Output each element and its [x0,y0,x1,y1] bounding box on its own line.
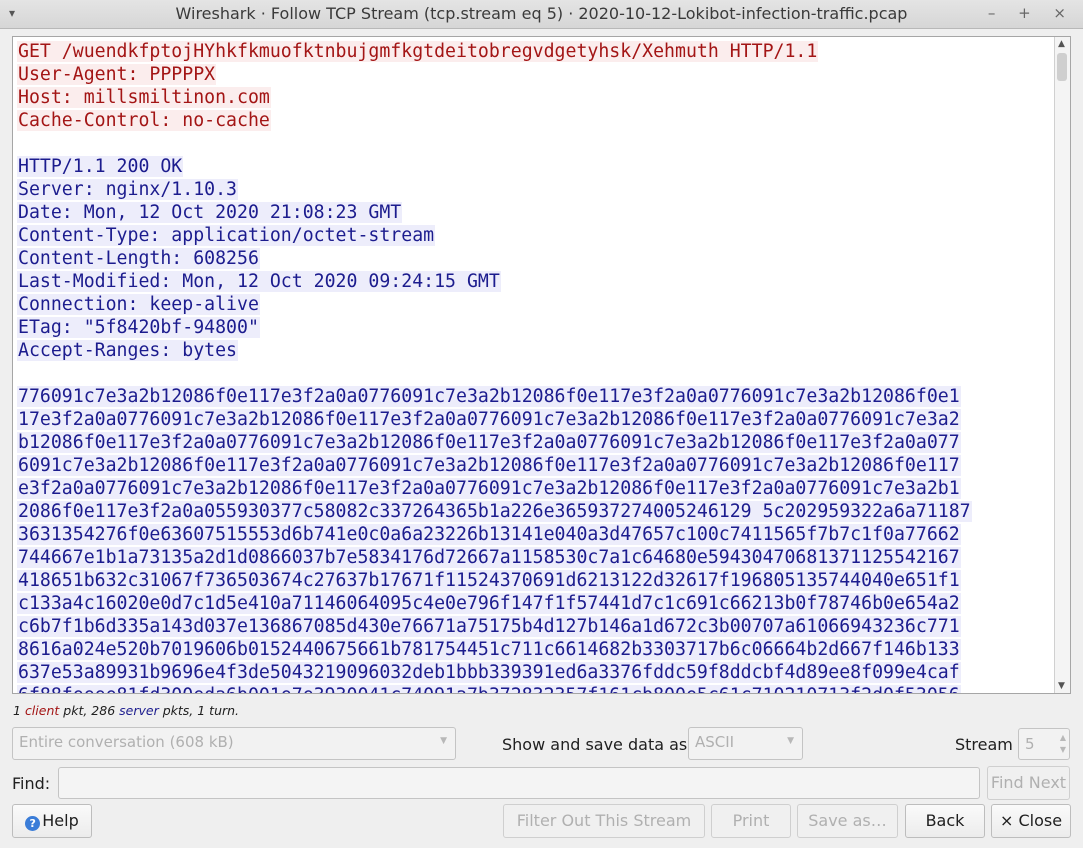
server-line-text: 744667e1b1a73135a2d1d0866037b7e5834176d7… [17,547,961,568]
server-line-text: Content-Length: 608256 [17,248,260,269]
server-stream-line: 17e3f2a0a0776091c7e3a2b12086f0e117e3f2a0… [17,408,1052,431]
server-line-text: Server: nginx/1.10.3 [17,179,238,200]
server-line-text: Content-Type: application/octet-stream [17,225,436,246]
chevron-down-icon: ▼ [787,736,794,746]
server-stream-line: Last-Modified: Mon, 12 Oct 2020 09:24:15… [17,270,1052,293]
print-button[interactable]: Print [711,804,791,838]
server-stream-line: 6091c7e3a2b12086f0e117e3f2a0a0776091c7e3… [17,454,1052,477]
client-stream-line: GET /wuendkfptojHYhkfkmuofktnbujgmfkgtde… [17,40,1052,63]
server-stream-line: 744667e1b1a73135a2d1d0866037b7e5834176d7… [17,546,1052,569]
stream-stats: 1 client pkt, 286 server pkts, 1 turn. [13,703,239,718]
server-stream-line: b12086f0e117e3f2a0a0776091c7e3a2b12086f0… [17,431,1052,454]
stream-content-area[interactable]: GET /wuendkfptojHYhkfkmuofktnbujgmfkgtde… [12,36,1071,694]
server-stream-line: 6f88feeee81fd300eda6b001e7e3930041c74091… [17,684,1052,693]
server-line-text: c6b7f1b6d335a143d037e136867085d430e76671… [17,616,961,637]
conversation-select-value: Entire conversation (608 kB) [19,733,234,751]
server-line-text: Accept-Ranges: bytes [17,340,238,361]
client-stream-line: Cache-Control: no-cache [17,109,1052,132]
window-controls[interactable]: – + × [988,4,1075,22]
server-line-text: 776091c7e3a2b12086f0e117e3f2a0a0776091c7… [17,386,961,407]
find-label: Find: [12,774,51,793]
scroll-up-arrow-icon[interactable]: ▲ [1058,39,1065,49]
close-icon: × [999,811,1014,830]
server-stream-line: 8616a024e520b7019606b0152440675661b78175… [17,638,1052,661]
server-line-text: ETag: "5f8420bf-94800" [17,317,260,338]
server-stream-line: 418651b632c31067f736503674c27637b17671f1… [17,569,1052,592]
vertical-scrollbar[interactable]: ▲ ▼ [1054,37,1070,693]
client-line-text: User-Agent: PPPPPX [17,64,217,85]
server-line-text: Date: Mon, 12 Oct 2020 21:08:23 GMT [17,202,403,223]
window-title: Wireshark · Follow TCP Stream (tcp.strea… [175,4,908,23]
stream-number-value: 5 [1025,735,1035,753]
server-line-text: Last-Modified: Mon, 12 Oct 2020 09:24:15… [17,271,501,292]
server-line-text: 418651b632c31067f736503674c27637b17671f1… [17,570,961,591]
server-stream-line: HTTP/1.1 200 OK [17,155,1052,178]
server-line-text: 637e53a89931b9696e4f3de5043219096032deb1… [17,662,961,683]
save-as-button[interactable]: Save as… [797,804,898,838]
chevron-down-icon: ▼ [440,736,447,746]
stats-client-word: client [24,703,60,718]
close-button[interactable]: × Close [991,804,1071,838]
server-line-text: c133a4c16020e0d7c1d5e410a71146064095c4e0… [17,593,961,614]
server-stream-line: Date: Mon, 12 Oct 2020 21:08:23 GMT [17,201,1052,224]
stats-client-count: 1 [13,703,21,718]
data-format-value: ASCII [695,733,735,751]
server-stream-line: 776091c7e3a2b12086f0e117e3f2a0a0776091c7… [17,385,1052,408]
client-line-text: GET /wuendkfptojHYhkfkmuofktnbujgmfkgtde… [17,41,819,62]
client-line-text: Host: millsmiltinon.com [17,87,271,108]
filter-out-stream-button[interactable]: Filter Out This Stream [503,804,705,838]
client-stream-line: Host: millsmiltinon.com [17,86,1052,109]
server-line-text: b12086f0e117e3f2a0a0776091c7e3a2b12086f0… [17,432,961,453]
help-button-label: Help [42,811,79,830]
help-icon: ? [25,816,41,831]
server-line-text: Connection: keep-alive [17,294,260,315]
server-line-text: 17e3f2a0a0776091c7e3a2b12086f0e117e3f2a0… [17,409,961,430]
stats-server-word: server [119,703,159,718]
server-line-text: HTTP/1.1 200 OK [17,156,184,177]
server-line-text: e3f2a0a0776091c7e3a2b12086f0e117e3f2a0a0… [17,478,961,499]
title-bar: ▾ Wireshark · Follow TCP Stream (tcp.str… [0,0,1083,29]
client-line-text: Cache-Control: no-cache [17,110,271,131]
server-stream-line: Accept-Ranges: bytes [17,339,1052,362]
find-next-button[interactable]: Find Next [987,766,1070,800]
server-line-text: 8616a024e520b7019606b0152440675661b78175… [17,639,961,660]
spin-arrows-icon[interactable]: ▲ ▼ [1060,732,1066,756]
find-input[interactable] [58,767,980,799]
server-stream-line: 637e53a89931b9696e4f3de5043219096032deb1… [17,661,1052,684]
server-stream-line: Server: nginx/1.10.3 [17,178,1052,201]
conversation-select[interactable]: Entire conversation (608 kB) ▼ [12,727,456,760]
server-stream-line: c133a4c16020e0d7c1d5e410a71146064095c4e0… [17,592,1052,615]
scrollbar-thumb[interactable] [1057,53,1067,81]
close-button-label: Close [1018,811,1063,830]
stream-label: Stream [955,735,1013,754]
stream-number-spinbox[interactable]: 5 ▲ ▼ [1018,728,1070,760]
server-stream-line: e3f2a0a0776091c7e3a2b12086f0e117e3f2a0a0… [17,477,1052,500]
server-stream-line: Content-Length: 608256 [17,247,1052,270]
server-stream-line: Content-Type: application/octet-stream [17,224,1052,247]
server-stream-line: ETag: "5f8420bf-94800" [17,316,1052,339]
show-save-label: Show and save data as [502,735,688,754]
server-line-text: 6091c7e3a2b12086f0e117e3f2a0a0776091c7e3… [17,455,961,476]
data-format-select[interactable]: ASCII ▼ [688,727,803,760]
stats-server-count: pkt, 286 [63,703,116,718]
server-stream-line: 3631354276f0e63607515553d6b741e0c0a6a232… [17,523,1052,546]
server-stream-line: 2086f0e117e3f2a0a055930377c58082c3372643… [17,500,1052,523]
server-line-text: 2086f0e117e3f2a0a055930377c58082c3372643… [17,501,972,522]
server-line-text: 6f88feeee81fd300eda6b001e7e3930041c74091… [17,685,961,693]
back-button[interactable]: Back [905,804,985,838]
server-stream-line: c6b7f1b6d335a143d037e136867085d430e76671… [17,615,1052,638]
server-line-text: 3631354276f0e63607515553d6b741e0c0a6a232… [17,524,961,545]
scroll-down-arrow-icon[interactable]: ▼ [1058,681,1065,691]
stats-turns: pkts, 1 turn. [162,703,240,718]
server-stream-line: Connection: keep-alive [17,293,1052,316]
help-button[interactable]: ? Help [12,804,92,838]
stream-text[interactable]: GET /wuendkfptojHYhkfkmuofktnbujgmfkgtde… [17,40,1052,693]
client-stream-line: User-Agent: PPPPPX [17,63,1052,86]
